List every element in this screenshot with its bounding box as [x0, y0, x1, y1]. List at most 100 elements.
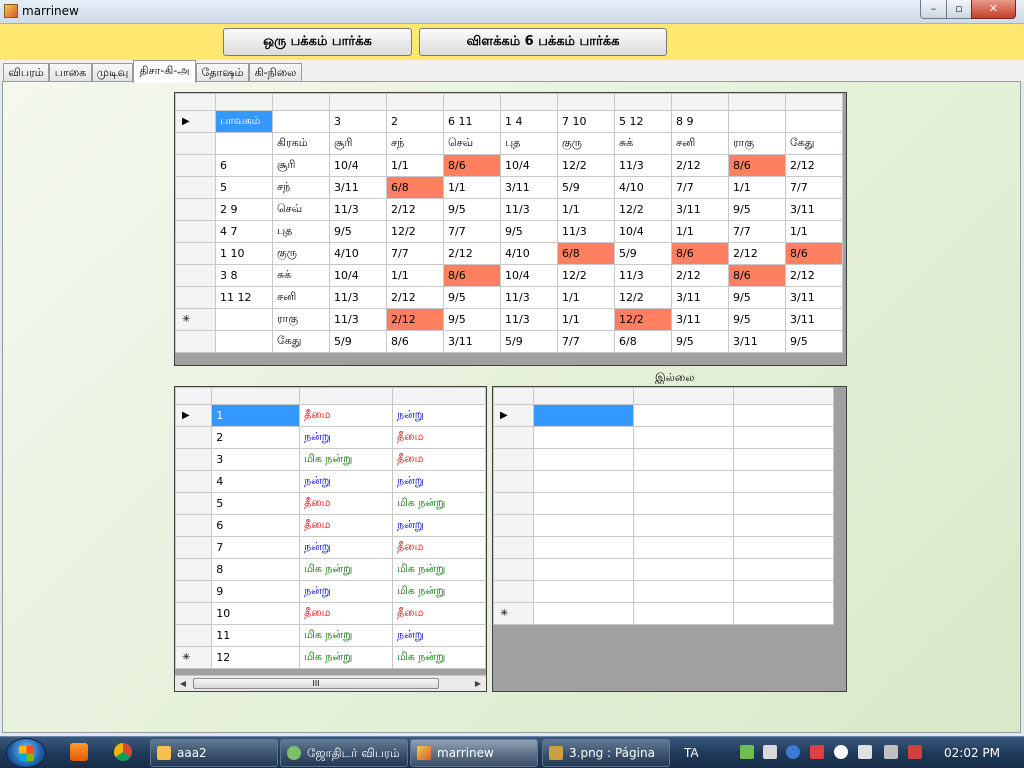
table-row[interactable]: 2 9 செவ் 11/3 2/12 9/5 11/3 1/1 12/2 3/11 9/5 3/11 [175, 198, 843, 221]
table-row[interactable]: ▶ 1 தீமை நன்று [175, 404, 486, 427]
grid-cell[interactable]: 6/8 [557, 242, 615, 265]
grid-cell[interactable]: 12/2 [557, 154, 615, 177]
table-row[interactable]: ▶ பாவகம் 3 2 6 11 1 47 10 5 12 8 9 [175, 110, 843, 133]
column-header[interactable] [785, 93, 843, 111]
grid-cell[interactable]: 1/1 [785, 220, 843, 243]
grid-cell[interactable]: 9/5 [728, 286, 786, 309]
grid-cell[interactable]: 12/2 [614, 198, 672, 221]
row-header[interactable] [175, 470, 213, 493]
grid-cell[interactable]: நன்று [392, 470, 486, 493]
grid-cell[interactable]: புத [500, 132, 558, 155]
column-header[interactable] [211, 387, 301, 405]
row-header[interactable] [175, 580, 213, 603]
tray-icon[interactable] [810, 745, 824, 759]
grid-cell[interactable]: 11/3 [500, 308, 558, 331]
view-one-page-button[interactable]: ஒரு பக்கம் பார்க்க [223, 28, 412, 56]
table-row[interactable]: 4 நன்று நன்று [175, 470, 486, 493]
grid-cell[interactable] [215, 308, 273, 331]
grid-cell[interactable]: மிக நன்று [299, 558, 394, 581]
row-header[interactable] [493, 448, 534, 471]
taskbar-item-astrologer[interactable]: ஜோதிடர் விபரம் [280, 739, 408, 767]
grid-cell[interactable]: 2 [386, 110, 444, 133]
grid-cell[interactable]: தீமை [299, 602, 394, 625]
grid-cell[interactable]: சனி [272, 286, 330, 309]
table-row[interactable]: 8 மிக நன்று மிக நன்று [175, 558, 486, 581]
grid-cell[interactable]: 1/1 [386, 264, 444, 287]
tray-icon[interactable] [908, 745, 922, 759]
row-header[interactable] [175, 558, 213, 581]
grid-cell[interactable]: குரு [272, 242, 330, 265]
clock[interactable]: 02:02 PM [944, 737, 1000, 768]
column-header[interactable] [299, 387, 394, 405]
grid-cell[interactable]: 3/11 [671, 286, 729, 309]
grid-cell[interactable]: நன்று [299, 536, 394, 559]
row-header[interactable] [493, 426, 534, 449]
volume-icon[interactable] [858, 745, 872, 759]
grid-cell[interactable]: கிரகம் [272, 132, 330, 155]
table-row[interactable]: 10 தீமை தீமை [175, 602, 486, 625]
grid-cell[interactable]: சுக் [614, 132, 672, 155]
grid-cell[interactable] [633, 536, 734, 559]
grid-cell[interactable]: 2/12 [386, 308, 444, 331]
grid-cell[interactable]: 3/11 [671, 198, 729, 221]
row-header[interactable] [175, 132, 216, 155]
grid-cell[interactable]: ராகு [272, 308, 330, 331]
grid-cell[interactable]: 10/4 [500, 264, 558, 287]
grid-cell[interactable]: 8/6 [728, 264, 786, 287]
table-row[interactable] [493, 558, 834, 581]
grid-cell[interactable]: மிக நன்று [299, 646, 394, 669]
grid-cell[interactable]: நன்று [299, 426, 394, 449]
grid-cell[interactable] [215, 132, 273, 155]
minimize-button[interactable]: – [920, 0, 947, 19]
grid-cell[interactable] [633, 602, 734, 625]
grid-cell[interactable] [733, 426, 834, 449]
grid-cell[interactable]: 4/10 [614, 176, 672, 199]
row-header[interactable] [175, 492, 213, 515]
grid-cell[interactable] [733, 536, 834, 559]
grid-cell[interactable]: மிக நன்று [392, 492, 486, 515]
grid-cell[interactable]: 5 [211, 492, 301, 515]
grid-cell[interactable]: 11/3 [614, 264, 672, 287]
grid-cell[interactable]: செவ் [272, 198, 330, 221]
table-row[interactable] [493, 580, 834, 603]
grid-cell[interactable]: 3/11 [329, 176, 387, 199]
grid-cell[interactable] [633, 470, 734, 493]
grid-cell[interactable]: 8 [211, 558, 301, 581]
grid-cell[interactable]: 7/7 [785, 176, 843, 199]
table-row[interactable]: 7 நன்று தீமை [175, 536, 486, 559]
table-row[interactable]: 3 8 சுக் 10/4 1/1 8/6 10/4 12/2 11/3 2/12 8/6 2/12 [175, 264, 843, 287]
grid-cell[interactable]: 9/5 [671, 330, 729, 353]
grid-cell[interactable]: 8/6 [728, 154, 786, 177]
grid-cell[interactable]: பாவகம் [215, 110, 273, 133]
grid-cell[interactable]: மிக நன்று [392, 646, 486, 669]
row-header[interactable] [493, 492, 534, 515]
grid-cell[interactable]: 9/5 [443, 286, 501, 309]
table-row[interactable] [493, 426, 834, 449]
grid-cell[interactable]: 3/11 [728, 330, 786, 353]
grid-cell[interactable]: மிக நன்று [392, 580, 486, 603]
tab-dosham[interactable]: தோஷம் [196, 63, 249, 82]
grid-cell[interactable]: 11/3 [329, 308, 387, 331]
grid-cell[interactable]: 11/3 [329, 198, 387, 221]
grid-cell[interactable]: 7/7 [443, 220, 501, 243]
row-header[interactable] [175, 220, 216, 243]
grid-cell[interactable]: 5/9 [614, 242, 672, 265]
row-header[interactable] [175, 176, 216, 199]
grid-cell[interactable] [533, 470, 634, 493]
grid-cell[interactable] [533, 536, 634, 559]
grid-cell[interactable] [733, 448, 834, 471]
horizontal-scrollbar[interactable]: ◀ III ▶ [175, 675, 486, 691]
grid-cell[interactable]: 12/2 [386, 220, 444, 243]
row-header[interactable] [175, 426, 213, 449]
row-header[interactable]: ✳ [493, 602, 534, 625]
column-header[interactable] [633, 387, 734, 405]
grid-cell[interactable]: 11/3 [614, 154, 672, 177]
grid-cell[interactable]: 6/8 [614, 330, 672, 353]
taskbar-item-marrinew[interactable]: marrinew [410, 739, 538, 767]
grid-cell[interactable]: 10 [211, 602, 301, 625]
grid-cell[interactable]: 4/10 [329, 242, 387, 265]
grid-cell[interactable]: 2/12 [386, 198, 444, 221]
grid-cell[interactable]: 2/12 [671, 154, 729, 177]
close-button[interactable]: ✕ [971, 0, 1016, 19]
column-header[interactable] [728, 93, 786, 111]
